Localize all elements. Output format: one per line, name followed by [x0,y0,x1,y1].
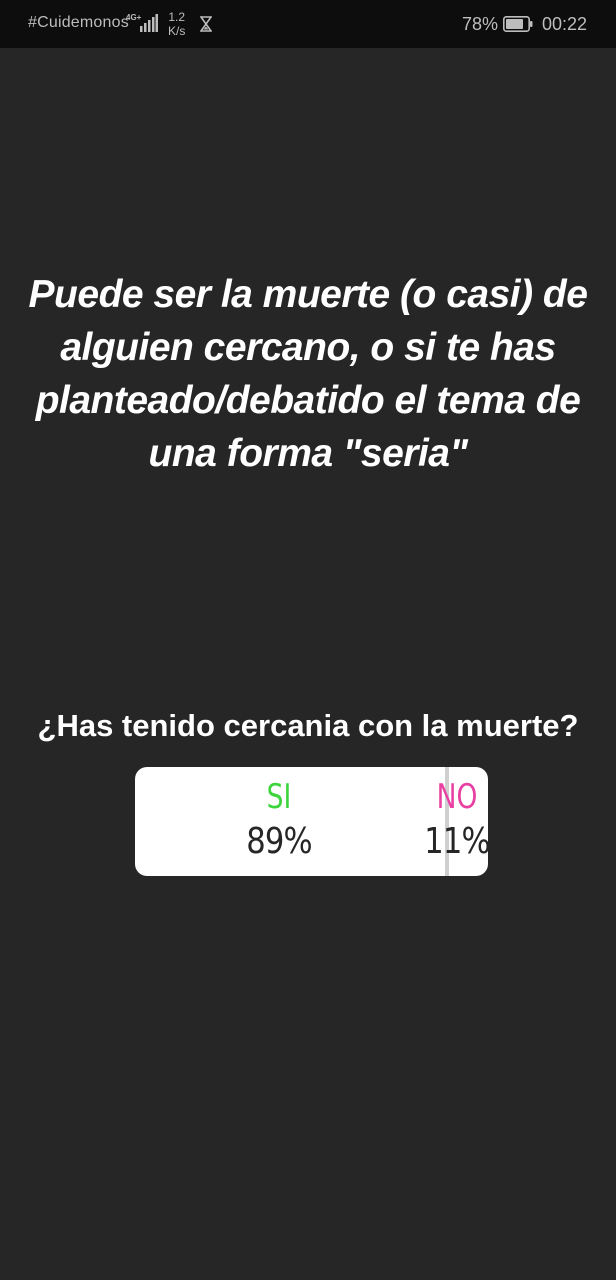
poll-option-si[interactable]: SI 89% [219,775,339,865]
carrier-name: #Cuidemonos [28,14,129,31]
poll-option-percent: 11% [424,821,488,862]
battery-icon [503,16,533,32]
clock: 00:22 [542,14,588,34]
status-bar: #Cuidemonos 4G+ 1.2 K/s 78% 00:22 [0,0,616,48]
poll-question: ¿Has tenido cercania con la muerte? [37,708,579,743]
network-speed-value: 1.2 [168,10,186,24]
poll-option-label: SI [266,777,292,817]
signal-strength-icon [140,14,158,32]
battery-percent: 78% [462,14,499,34]
network-speed-unit: K/s [168,24,186,38]
poll-card: SI 89% NO 11% [135,767,488,876]
story-text: Puede ser la muerte (o casi) de alguien … [28,273,588,475]
poll-option-no[interactable]: NO 11% [405,775,488,865]
poll-option-percent: 89% [246,821,312,862]
network-speed: 1.2 K/s [168,10,185,38]
poll-option-label: NO [436,777,478,817]
hourglass-icon [200,16,212,32]
